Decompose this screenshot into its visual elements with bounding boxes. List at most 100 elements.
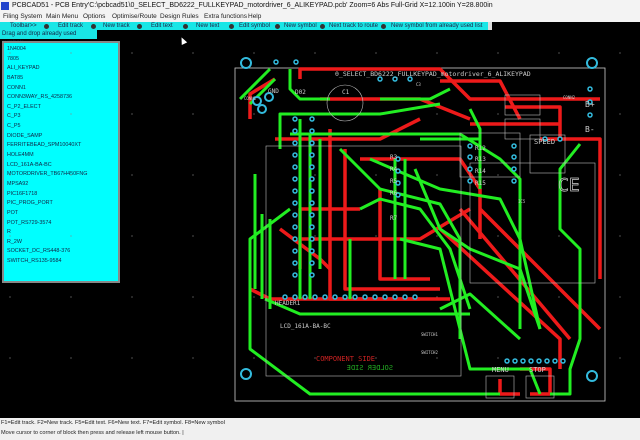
label-r6: R6 <box>390 190 398 197</box>
radio-icon[interactable] <box>137 23 142 29</box>
pad <box>467 143 473 149</box>
radio-icon[interactable] <box>183 23 188 29</box>
pad <box>257 104 267 114</box>
radio-icon[interactable] <box>91 23 96 29</box>
grid-dot <box>436 113 438 115</box>
menu-optimise-route[interactable]: Optimise/Route <box>112 12 157 22</box>
label-c1: C1 <box>342 89 350 96</box>
pad <box>511 154 517 160</box>
bottom-track <box>320 97 471 121</box>
pad <box>552 358 558 364</box>
radio-icon[interactable] <box>44 23 49 29</box>
tool-next-track[interactable]: Next track to route <box>329 22 378 30</box>
label-r14: R14 <box>475 168 486 175</box>
label-d02: D02 <box>295 89 306 96</box>
pad <box>292 224 298 230</box>
toolbar: Toolbar>> Edit track New track Edit text… <box>0 22 492 30</box>
menu-filing-system[interactable]: Filing System <box>3 12 42 22</box>
tool-edit-text[interactable]: Edit text <box>151 22 173 30</box>
grid-dot <box>619 357 621 359</box>
pad <box>362 294 368 300</box>
pad <box>587 112 593 118</box>
menu-extra-functions[interactable]: Extra functions <box>204 12 247 22</box>
tool-new-text[interactable]: New text <box>196 22 219 30</box>
pad <box>586 57 598 69</box>
radio-icon[interactable] <box>320 23 325 29</box>
grid-dot <box>619 113 621 115</box>
app-icon <box>1 2 9 10</box>
pad <box>312 294 318 300</box>
pad <box>467 154 473 160</box>
grid-dot <box>131 52 133 54</box>
label-b-plus: B+ <box>585 100 595 109</box>
tool-new-track[interactable]: New track <box>103 22 130 30</box>
grid-dot <box>497 52 499 54</box>
label-b-minus: B- <box>585 125 595 134</box>
grid-dot <box>436 174 438 176</box>
menu-help[interactable]: Help <box>248 12 261 22</box>
tool-new-symbol[interactable]: New symbol <box>284 22 317 30</box>
tool-edit-track[interactable]: Edit track <box>58 22 83 30</box>
grid-dot <box>375 52 377 54</box>
title-bar: PCBCAD51 - PCB Entry'C:\pcbcad51\0_SELEC… <box>0 0 640 12</box>
label-solder-side: SOLDER SIDE <box>347 364 393 372</box>
grid-dot <box>314 235 316 237</box>
grid-dot <box>9 113 11 115</box>
grid-dot <box>70 357 72 359</box>
radio-icon[interactable] <box>229 23 234 29</box>
radio-icon[interactable] <box>381 23 386 29</box>
grid-dot <box>619 52 621 54</box>
top-track <box>278 102 441 149</box>
label-ce: CE <box>558 175 580 196</box>
pad <box>309 116 315 122</box>
tool-edit-symbol[interactable]: Edit symbol <box>239 22 270 30</box>
grid-dot <box>375 174 377 176</box>
top-tracks <box>238 67 582 396</box>
radio-icon[interactable] <box>275 23 280 29</box>
label-conn2: CONN2 <box>563 95 576 100</box>
menu-design-rules[interactable]: Design Rules <box>160 12 199 22</box>
pad <box>309 200 315 206</box>
label-lcd: LCD_161A-BA-BC <box>280 323 331 330</box>
grid-dot <box>558 235 560 237</box>
grid-dot <box>192 235 194 237</box>
grid-dot <box>9 52 11 54</box>
grid-dot <box>9 235 11 237</box>
status-bar: F1=Edit track. F2=New track. F5=Edit tex… <box>0 418 640 440</box>
pad <box>309 188 315 194</box>
toolbar-scroll[interactable] <box>488 22 492 30</box>
menu-main-menu[interactable]: Main Menu <box>46 12 78 22</box>
pad <box>511 166 517 172</box>
label-stop: STOP <box>529 366 546 374</box>
pad <box>352 294 358 300</box>
menu-options[interactable]: Options <box>83 12 105 22</box>
grid-dot <box>192 52 194 54</box>
pad <box>528 358 534 364</box>
status-message: Move cursor to corner of block then pres… <box>1 430 184 436</box>
grid-dot <box>619 235 621 237</box>
label-gnd: GND <box>268 88 279 95</box>
top-track <box>338 147 462 339</box>
pad <box>309 140 315 146</box>
grid-dot <box>131 357 133 359</box>
pad <box>292 248 298 254</box>
grid-dot <box>131 235 133 237</box>
grid-dot <box>436 52 438 54</box>
label-r5: R5 <box>390 178 398 185</box>
grid-dot <box>70 235 72 237</box>
pad <box>292 212 298 218</box>
label-r7: R7 <box>390 215 398 222</box>
pad <box>520 358 526 364</box>
grid-dot <box>436 235 438 237</box>
pad <box>402 294 408 300</box>
pad <box>302 294 308 300</box>
tool-new-symbol-from-used[interactable]: New symbol from already used list <box>391 22 482 30</box>
pad <box>293 59 299 65</box>
grid-dot <box>619 174 621 176</box>
grid-dot <box>558 296 560 298</box>
pcb-canvas[interactable]: 0_SELECT_BD6222_FULLKEYPAD_motordriver_6… <box>0 39 640 418</box>
pad <box>292 176 298 182</box>
pad <box>292 200 298 206</box>
toolbar-toggle[interactable]: Toolbar>> <box>10 22 37 30</box>
pad <box>586 370 598 382</box>
